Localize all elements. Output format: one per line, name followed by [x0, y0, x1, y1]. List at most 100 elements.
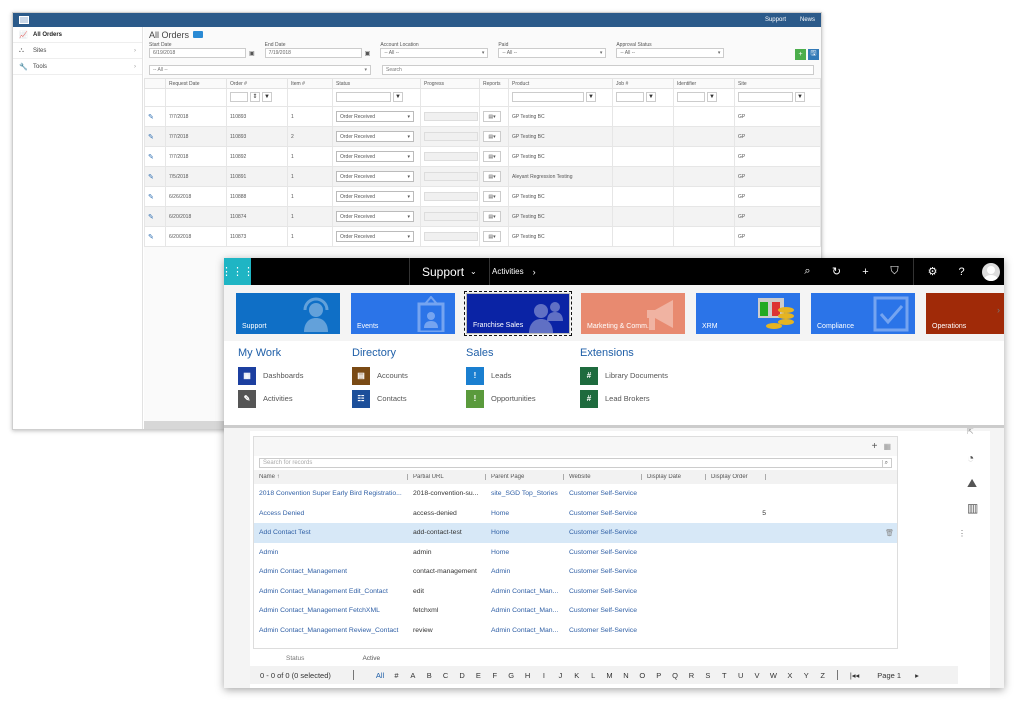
grid-column-header[interactable]: Partial URL — [408, 474, 486, 480]
grid-cell-website[interactable]: Customer Self-Service — [564, 568, 642, 575]
grid-row[interactable]: Access Denied access-denied Home Customer S… — [254, 504, 897, 524]
sidebar-item-all-orders[interactable]: 📈 All Orders — [13, 27, 142, 43]
save-button[interactable]: 🖫 — [808, 49, 819, 60]
alphabet-filter-x[interactable]: X — [782, 671, 798, 680]
grid-column-header[interactable]: Name ↑ — [254, 474, 408, 480]
alphabet-filter-k[interactable]: K — [569, 671, 585, 680]
view-selector-icon[interactable]: ▦ — [883, 442, 891, 451]
app-tile-compliance[interactable]: Compliance — [811, 292, 915, 334]
grid-cell-parent-page[interactable]: Admin Contact_Man... — [486, 607, 564, 614]
column-header[interactable]: Product — [508, 78, 613, 89]
alphabet-filter-q[interactable]: Q — [667, 671, 683, 680]
status-select[interactable]: Order Received ▾ — [336, 191, 414, 202]
grid-cell-parent-page[interactable]: Home — [486, 529, 564, 536]
grid-cell-parent-page[interactable]: site_SGD Top_Stories — [486, 490, 564, 497]
grid-cell-website[interactable]: Customer Self-Service — [564, 510, 642, 517]
grid-cell-name[interactable]: Admin Contact_Management Edit_Contact — [254, 588, 408, 595]
column-header[interactable]: Order # — [226, 78, 288, 89]
app-tile-franchise-sales[interactable]: Franchise Sales — [464, 290, 572, 336]
history-icon[interactable]: ↻ — [822, 265, 851, 278]
site-filter-input[interactable] — [738, 91, 793, 102]
tiles-scroll-right-icon[interactable]: › — [997, 305, 1000, 315]
filter-icon[interactable]: ▼ — [795, 91, 805, 102]
alphabet-filter-l[interactable]: L — [585, 671, 601, 680]
app-tile-marketing-comm[interactable]: Marketing & Comm. — [581, 292, 685, 334]
search-icon[interactable]: ⌕ — [793, 265, 822, 278]
alphabet-filter-n[interactable]: N — [618, 671, 634, 680]
bar-chart-icon[interactable]: ▥ — [967, 501, 978, 515]
chart-pane-icon[interactable]: ⇱ — [967, 427, 974, 436]
status-select[interactable]: Order Received ▾ — [336, 111, 414, 122]
site-select[interactable]: -- All -- ▾ — [149, 65, 371, 75]
product-filter-input[interactable] — [512, 91, 584, 102]
sitemap-item-accounts[interactable]: ▤ Accounts — [352, 364, 466, 387]
alphabet-filter-g[interactable]: G — [503, 671, 519, 680]
alphabet-filter-p[interactable]: P — [651, 671, 667, 680]
filter-icon[interactable]: ▼ — [646, 91, 656, 102]
grid-cell-name[interactable]: Admin Contact_Management Review_Contact — [254, 627, 408, 634]
new-record-icon[interactable]: + — [851, 266, 880, 278]
grid-cell-name[interactable]: Add Contact Test — [254, 529, 408, 536]
title-badge-icon[interactable] — [193, 31, 204, 38]
alphabet-filter-m[interactable]: M — [601, 671, 617, 680]
start-date-input[interactable]: 6/19/2018 — [149, 48, 246, 58]
area-breadcrumb[interactable]: Activities › — [492, 258, 536, 285]
column-header[interactable]: Status — [332, 78, 421, 89]
filter-icon[interactable]: ▼ — [262, 91, 272, 102]
account-location-select[interactable]: -- All -- ▾ — [380, 48, 489, 58]
grid-cell-website[interactable]: Customer Self-Service — [564, 549, 642, 556]
alphabet-filter-w[interactable]: W — [765, 671, 781, 680]
column-header[interactable]: Item # — [287, 78, 333, 89]
status-select[interactable]: Order Received ▾ — [336, 171, 414, 182]
alphabet-filter-r[interactable]: R — [683, 671, 699, 680]
sitemap-item-library-documents[interactable]: # Library Documents — [580, 364, 694, 387]
search-input[interactable]: Search — [382, 65, 814, 75]
alphabet-filter-e[interactable]: E — [470, 671, 486, 680]
alphabet-filter-y[interactable]: Y — [798, 671, 814, 680]
splitter-handle[interactable]: ⋮ — [958, 529, 966, 538]
grid-row[interactable]: Admin Contact_Management contact-manageme… — [254, 562, 897, 582]
grid-row[interactable]: Admin Contact_Management Edit_Contact edi… — [254, 582, 897, 602]
add-record-icon[interactable]: + — [872, 441, 878, 452]
grid-column-header[interactable]: Website — [564, 474, 642, 480]
sidebar-item-tools[interactable]: 🔧 Tools › — [13, 59, 142, 75]
alphabet-filter-d[interactable]: D — [454, 671, 470, 680]
reports-dropdown-button[interactable]: ▤▾ — [483, 171, 501, 182]
alphabet-filter-o[interactable]: O — [634, 671, 650, 680]
next-page-button[interactable]: ▸ — [915, 671, 919, 680]
filter-icon[interactable]: ▼ — [707, 91, 717, 102]
alphabet-filter-c[interactable]: C — [437, 671, 453, 680]
grid-row[interactable]: 2018 Convention Super Early Bird Registr… — [254, 484, 897, 504]
column-header[interactable] — [144, 78, 166, 89]
column-header[interactable]: Identifier — [673, 78, 735, 89]
reports-dropdown-button[interactable]: ▤▾ — [483, 231, 501, 242]
reports-dropdown-button[interactable]: ▤▾ — [483, 211, 501, 222]
grid-column-header[interactable]: Parent Page — [486, 474, 564, 480]
area-chart-icon[interactable]: ⛰ — [967, 476, 977, 491]
pencil-edit-icon[interactable]: ✎ — [148, 114, 154, 121]
sitemap-item-dashboards[interactable]: ▦ Dashboards — [238, 364, 352, 387]
advanced-find-icon[interactable]: ⛉ — [880, 265, 909, 278]
sitemap-item-contacts[interactable]: ☷ Contacts — [352, 387, 466, 410]
paid-select[interactable]: -- All -- ▾ — [498, 48, 607, 58]
sidebar-item-sites[interactable]: ⛬ Sites › — [13, 43, 142, 59]
alphabet-filter-i[interactable]: I — [536, 671, 552, 680]
settings-icon[interactable]: ⚙ — [918, 265, 947, 278]
reports-dropdown-button[interactable]: ▤▾ — [483, 131, 501, 142]
alphabet-filter-u[interactable]: U — [732, 671, 748, 680]
column-header[interactable]: Job # — [612, 78, 674, 89]
help-icon[interactable]: ? — [947, 266, 976, 278]
search-icon[interactable]: ⌕ — [881, 459, 888, 467]
app-tile-xrm[interactable]: XRM — [696, 292, 800, 334]
alphabet-filter-h[interactable]: H — [519, 671, 535, 680]
reports-dropdown-button[interactable]: ▤▾ — [483, 151, 501, 162]
app-launcher-waffle-icon[interactable]: ⋮⋮⋮ — [224, 258, 254, 285]
order-filter-input[interactable] — [230, 91, 248, 102]
pencil-edit-icon[interactable]: ✎ — [148, 234, 154, 241]
sitemap-item-leads[interactable]: ! Leads — [466, 364, 580, 387]
end-date-input[interactable]: 7/19/2018 — [264, 48, 362, 58]
alphabet-filter-all[interactable]: All — [372, 671, 388, 680]
column-header[interactable]: Site — [734, 78, 821, 89]
add-order-button[interactable]: + — [795, 49, 806, 60]
pie-chart-icon[interactable]: ◔ — [967, 451, 974, 465]
